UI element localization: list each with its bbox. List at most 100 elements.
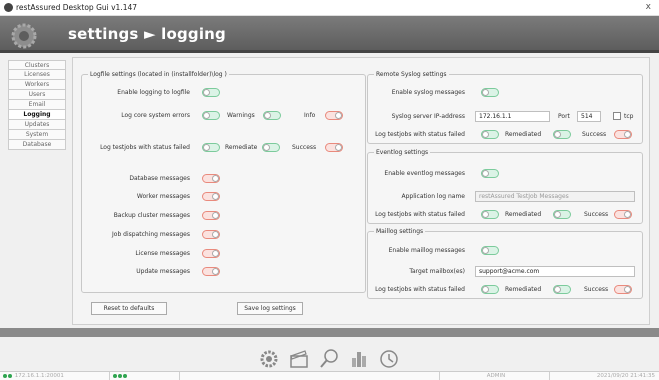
remediate-toggle[interactable]	[262, 143, 280, 152]
toggle-knob	[482, 170, 489, 177]
save-log-settings-button[interactable]: Save log settings	[237, 302, 303, 315]
license-messages-label: License messages	[135, 250, 190, 257]
syslog-remediated-toggle[interactable]	[553, 130, 571, 139]
toggle-knob	[203, 112, 210, 119]
syslog-settings-title: Remote Syslog settings	[374, 71, 449, 78]
bottom-toolbar	[258, 348, 408, 370]
dispatching-messages-toggle[interactable]	[202, 230, 220, 239]
status-led-icon	[8, 373, 12, 378]
eventlog-success-label: Success	[584, 211, 609, 218]
toggle-knob	[203, 144, 210, 151]
sidebar-item-clusters[interactable]: Clusters	[8, 60, 66, 70]
toggle-knob	[482, 89, 489, 96]
tcp-checkbox[interactable]	[613, 112, 621, 120]
toggle-knob	[482, 247, 489, 254]
dispatching-messages-label: Job dispatching messages	[112, 231, 190, 238]
syslog-success-label: Success	[582, 131, 607, 138]
eventlog-settings-title: Eventlog settings	[374, 149, 431, 156]
update-messages-toggle[interactable]	[202, 267, 220, 276]
status-led-icon	[113, 373, 117, 378]
syslog-ip-input[interactable]: 172.16.1.1	[475, 111, 550, 122]
toggle-knob	[212, 231, 219, 238]
app-log-name-input[interactable]: restAssured TestJob Messages	[475, 191, 635, 202]
toggle-knob	[212, 268, 219, 275]
sidebar-item-workers[interactable]: Workers	[8, 80, 66, 90]
spacer-segment	[180, 372, 440, 380]
enable-maillog-toggle[interactable]	[481, 246, 499, 255]
sidebar-item-system[interactable]: System	[8, 130, 66, 140]
eventlog-failed-toggle[interactable]	[481, 210, 499, 219]
search-icon[interactable]	[318, 348, 340, 370]
datetime-status: 2021/09/20 21:41:35	[596, 373, 655, 379]
toggle-knob	[203, 89, 210, 96]
close-icon[interactable]: x	[646, 2, 651, 12]
logfile-settings-title: Logfile settings (located in (installfol…	[88, 71, 229, 78]
maillog-success-label: Success	[584, 286, 609, 293]
toggle-knob	[624, 211, 631, 218]
success-toggle[interactable]	[325, 143, 343, 152]
database-messages-toggle[interactable]	[202, 174, 220, 183]
syslog-settings-group: Remote Syslog settings Enable syslog mes…	[367, 71, 643, 144]
sidebar-item-users[interactable]: Users	[8, 90, 66, 100]
status-led-icon	[123, 373, 127, 378]
sidebar-item-licenses[interactable]: Licenses	[8, 70, 66, 80]
toggle-knob	[335, 144, 342, 151]
clapperboard-icon[interactable]	[288, 348, 310, 370]
window-title: restAssured Desktop Gui v1.147	[16, 3, 138, 12]
syslog-success-toggle[interactable]	[614, 130, 632, 139]
worker-messages-toggle[interactable]	[202, 192, 220, 201]
target-mailbox-label: Target mailbox(es)	[409, 268, 465, 275]
reset-defaults-button[interactable]: Reset to defaults	[91, 302, 167, 315]
clock-icon[interactable]	[378, 348, 400, 370]
core-errors-toggle[interactable]	[202, 111, 220, 120]
testjobs-failed-toggle[interactable]	[202, 143, 220, 152]
maillog-remediated-toggle[interactable]	[553, 285, 571, 294]
enable-syslog-toggle[interactable]	[481, 88, 499, 97]
target-mailbox-input[interactable]: support@acme.com	[475, 266, 635, 277]
database-messages-label: Database messages	[129, 175, 190, 182]
gear-icon	[11, 23, 37, 49]
syslog-remediated-label: Remediated	[505, 131, 542, 138]
syslog-failed-toggle[interactable]	[481, 130, 499, 139]
sidebar-item-email[interactable]: Email	[8, 100, 66, 110]
page-title: settings ► logging	[68, 25, 226, 43]
warnings-toggle[interactable]	[263, 111, 281, 120]
port-input[interactable]: 514	[577, 111, 601, 122]
maillog-success-toggle[interactable]	[614, 285, 632, 294]
eventlog-testjobs-label: Log testjobs with status failed	[375, 211, 465, 218]
status-led-icon	[118, 373, 122, 378]
sidebar-item-updates[interactable]: Updates	[8, 120, 66, 130]
eventlog-remediated-toggle[interactable]	[553, 210, 571, 219]
toggle-knob	[482, 286, 489, 293]
worker-messages-label: Worker messages	[136, 193, 190, 200]
license-messages-toggle[interactable]	[202, 249, 220, 258]
enable-eventlog-toggle[interactable]	[481, 169, 499, 178]
logfile-settings-group: Logfile settings (located in (installfol…	[81, 71, 366, 293]
gear-icon[interactable]	[258, 348, 280, 370]
sidebar-item-database[interactable]: Database	[8, 140, 66, 150]
maillog-remediated-label: Remediated	[505, 286, 542, 293]
enable-logfile-toggle[interactable]	[202, 88, 220, 97]
maillog-failed-toggle[interactable]	[481, 285, 499, 294]
bar-chart-icon[interactable]	[348, 348, 370, 370]
tcp-label: tcp	[624, 113, 634, 120]
eventlog-remediated-label: Remediated	[505, 211, 542, 218]
toggle-knob	[212, 175, 219, 182]
syslog-testjobs-label: Log testjobs with status failed	[375, 131, 465, 138]
success-label: Success	[292, 144, 317, 151]
server-address: 172.16.1.1:20001	[14, 373, 64, 379]
info-toggle[interactable]	[325, 111, 343, 120]
settings-panel: Logfile settings (located in (installfol…	[72, 57, 650, 325]
eventlog-success-toggle[interactable]	[614, 210, 632, 219]
port-label: Port	[558, 113, 570, 120]
remediate-label: Remediate	[225, 144, 258, 151]
enable-syslog-label: Enable syslog messages	[391, 89, 465, 96]
toggle-knob	[212, 193, 219, 200]
bottom-divider	[0, 328, 659, 337]
backup-messages-toggle[interactable]	[202, 211, 220, 220]
user-status: ADMIN	[440, 372, 550, 380]
app-icon	[4, 3, 13, 12]
window-titlebar: restAssured Desktop Gui v1.147 x	[0, 0, 659, 16]
toggle-knob	[482, 211, 489, 218]
sidebar-item-logging[interactable]: Logging	[8, 110, 66, 120]
